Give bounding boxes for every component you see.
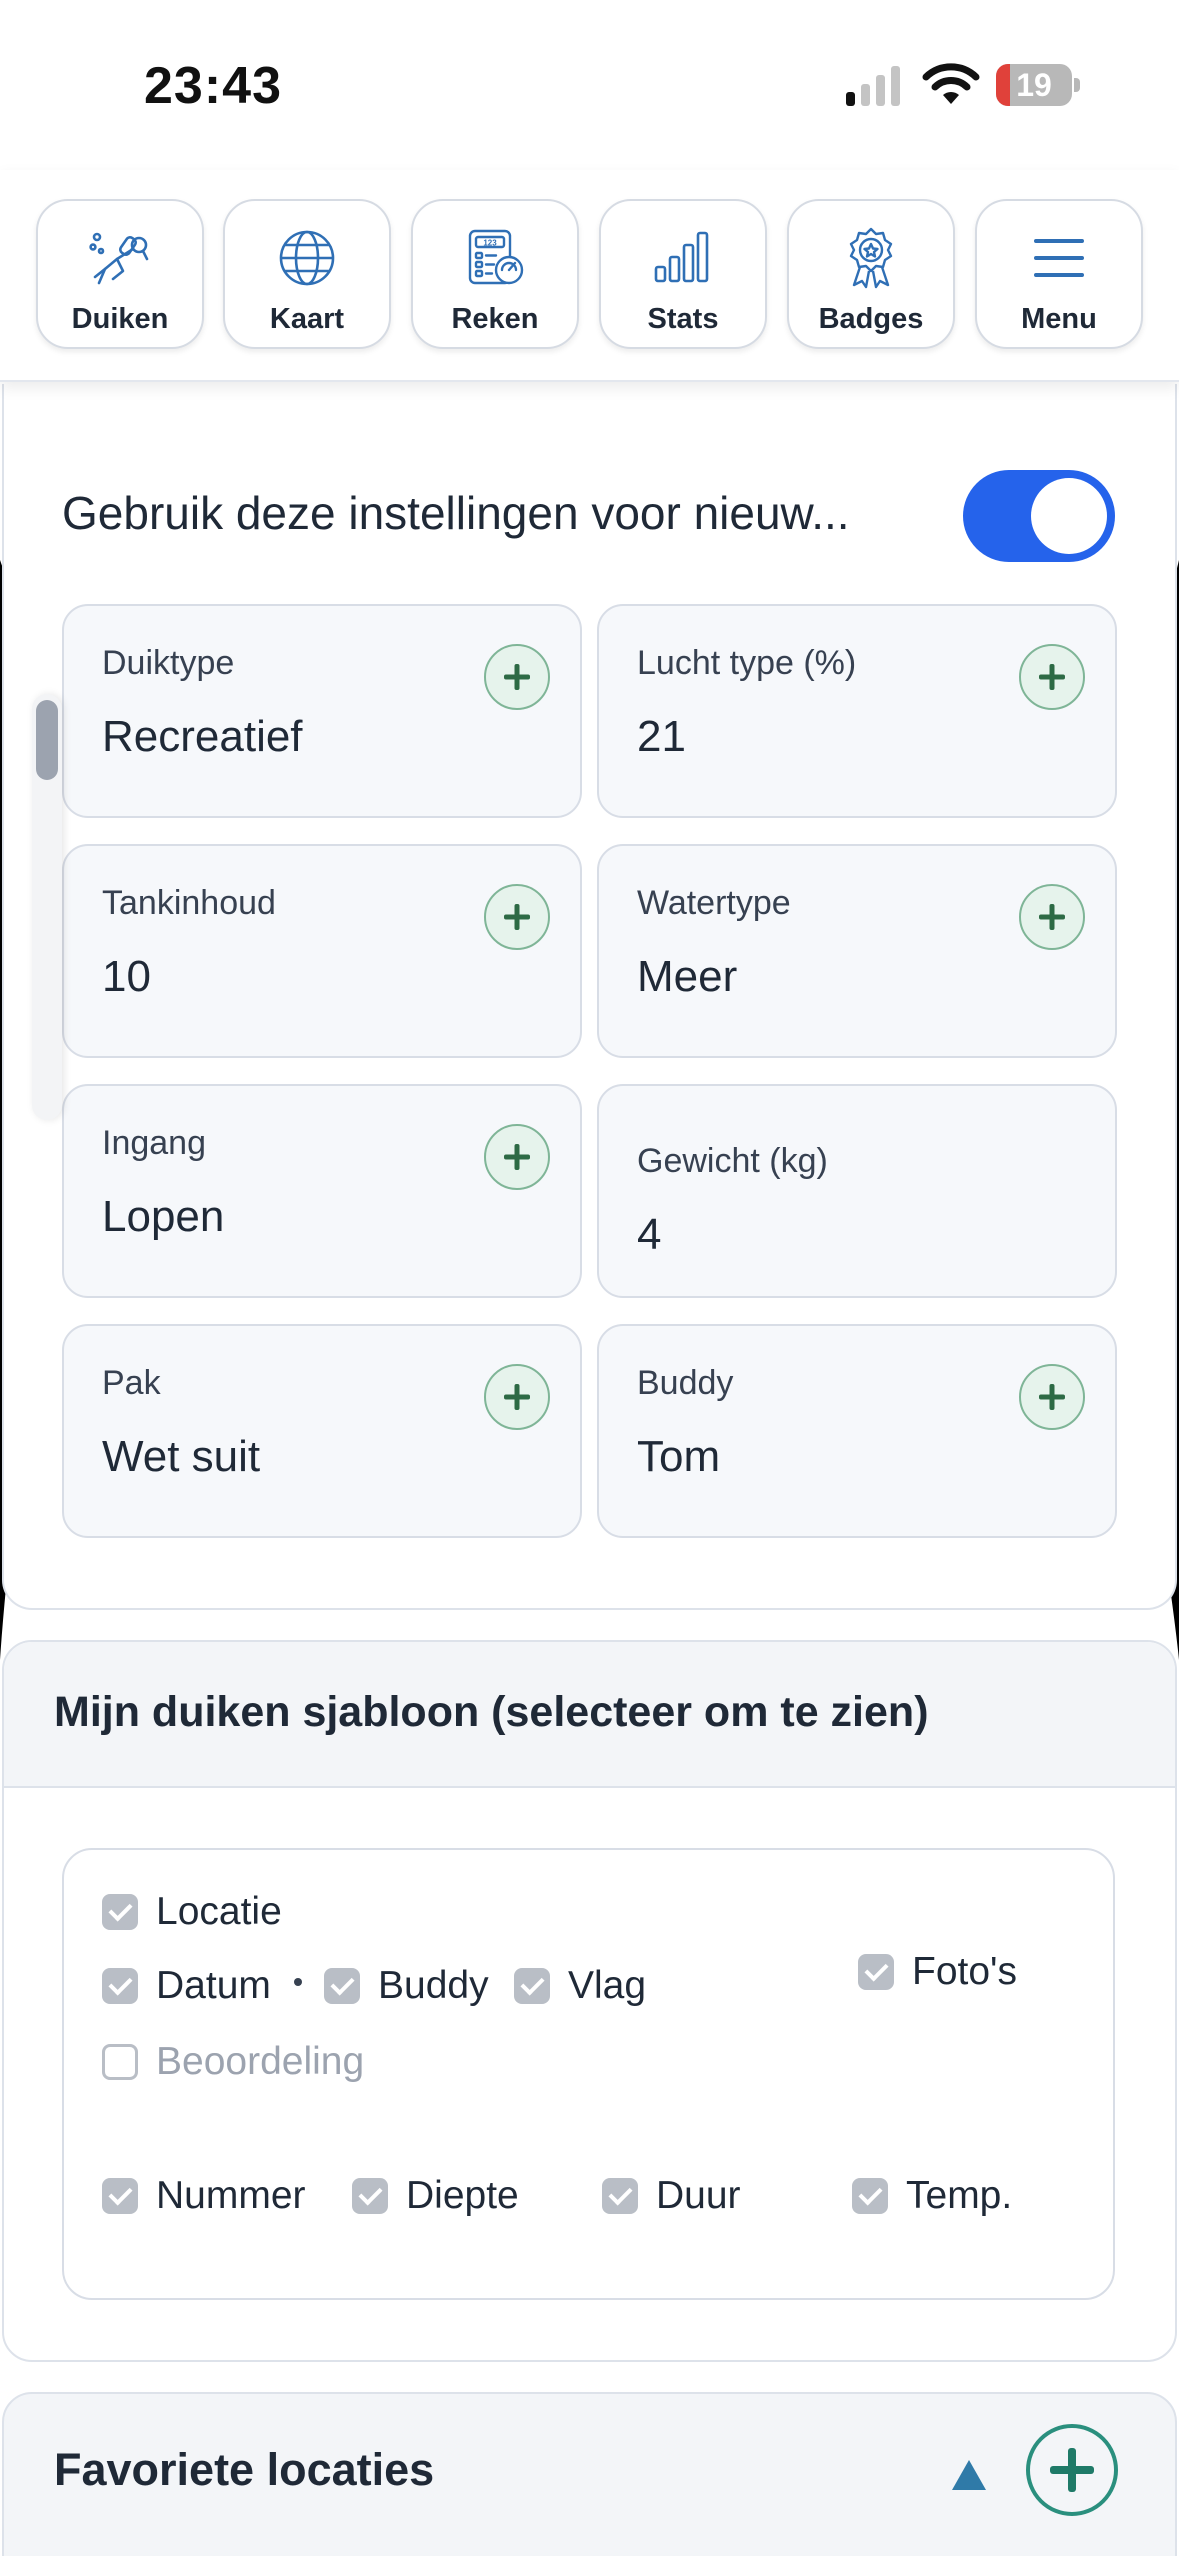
- add-pak-icon[interactable]: [484, 1364, 550, 1430]
- nav-label-badges: Badges: [818, 303, 924, 335]
- checkbox-icon: [352, 2178, 388, 2214]
- field-value: Recreatief: [102, 712, 303, 761]
- hamburger-menu-icon: [1034, 239, 1084, 277]
- checkbox-buddy[interactable]: Buddy: [324, 1964, 489, 2008]
- template-card-header[interactable]: Mijn duiken sjabloon (selecteer om te zi…: [4, 1642, 1175, 1788]
- scrollbar[interactable]: [32, 694, 62, 1120]
- checkbox-icon: [852, 2178, 888, 2214]
- nav-button-badges[interactable]: Badges: [787, 199, 955, 349]
- checkbox-icon: [102, 2178, 138, 2214]
- field-value: 4: [637, 1210, 662, 1259]
- checkbox-vlag[interactable]: Vlag: [514, 1964, 646, 2008]
- use-settings-toggle[interactable]: [963, 470, 1115, 562]
- field-label: Duiktype: [102, 644, 235, 682]
- diver-icon: [89, 232, 149, 285]
- calculator-icon: 123: [468, 229, 524, 285]
- nav-label-duiken: Duiken: [71, 303, 169, 335]
- separator-dot: [294, 1978, 302, 1986]
- field-label: Buddy: [637, 1364, 734, 1402]
- field-label: Watertype: [637, 884, 791, 922]
- field-lucht-type[interactable]: Lucht type (%) 21: [597, 604, 1117, 818]
- scrollbar-thumb[interactable]: [36, 700, 58, 780]
- wifi-icon: [922, 63, 980, 104]
- badge-icon: [849, 227, 893, 289]
- nav-button-kaart[interactable]: Kaart: [223, 199, 391, 349]
- checkbox-icon: [102, 1894, 138, 1930]
- svg-text:123: 123: [483, 239, 497, 248]
- checkbox-beoordeling[interactable]: Beoordeling: [102, 2040, 364, 2084]
- checkbox-icon: [102, 2044, 138, 2080]
- field-label: Pak: [102, 1364, 161, 1402]
- checkbox-locatie[interactable]: Locatie: [102, 1890, 282, 1934]
- add-buddy-icon[interactable]: [1019, 1364, 1085, 1430]
- toggle-knob: [1031, 478, 1107, 554]
- checkbox-icon: [602, 2178, 638, 2214]
- battery-level: 19: [1016, 67, 1052, 103]
- favorites-card[interactable]: Favoriete locaties: [2, 2392, 1177, 2556]
- nav-button-stats[interactable]: Stats: [599, 199, 767, 349]
- checkbox-label: Foto's: [912, 1950, 1017, 1993]
- checkbox-label: Diepte: [406, 2174, 519, 2217]
- checkbox-label: Nummer: [156, 2174, 306, 2217]
- checkbox-icon: [858, 1954, 894, 1990]
- favorites-title: Favoriete locaties: [54, 2444, 435, 2495]
- field-label: Ingang: [102, 1124, 206, 1162]
- status-time: 23:43: [144, 57, 282, 115]
- field-value: 21: [637, 712, 686, 761]
- nav-label-reken: Reken: [451, 303, 539, 335]
- use-settings-label: Gebruik deze instellingen voor nieuw...: [62, 487, 850, 539]
- checkbox-icon: [514, 1968, 550, 2004]
- field-duiktype[interactable]: Duiktype Recreatief: [62, 604, 582, 818]
- collapse-caret-icon[interactable]: [952, 2460, 986, 2490]
- field-tankinhoud[interactable]: Tankinhoud 10: [62, 844, 582, 1058]
- checkbox-fotos[interactable]: Foto's: [858, 1950, 1017, 1994]
- add-tankinhoud-icon[interactable]: [484, 884, 550, 950]
- checkbox-label: Datum: [156, 1964, 271, 2007]
- field-ingang[interactable]: Ingang Lopen: [62, 1084, 582, 1298]
- field-gewicht[interactable]: Gewicht (kg) 4: [597, 1084, 1117, 1298]
- checkbox-nummer[interactable]: Nummer: [102, 2174, 306, 2218]
- field-label: Gewicht (kg): [637, 1142, 828, 1180]
- field-pak[interactable]: Pak Wet suit: [62, 1324, 582, 1538]
- checkbox-label: Vlag: [568, 1964, 647, 2007]
- nav-label-kaart: Kaart: [269, 303, 345, 335]
- checkbox-label: Temp.: [906, 2174, 1013, 2217]
- checkbox-duur[interactable]: Duur: [602, 2174, 741, 2218]
- checkbox-temp[interactable]: Temp.: [852, 2174, 1012, 2218]
- field-buddy[interactable]: Buddy Tom: [597, 1324, 1117, 1538]
- field-value: 10: [102, 952, 151, 1001]
- field-watertype[interactable]: Watertype Meer: [597, 844, 1117, 1058]
- checkbox-label: Duur: [656, 2174, 741, 2217]
- field-value: Tom: [637, 1432, 721, 1481]
- checkbox-icon: [102, 1968, 138, 2004]
- field-value: Wet suit: [102, 1432, 261, 1481]
- bar-chart-icon: [654, 231, 709, 283]
- checkbox-icon: [324, 1968, 360, 2004]
- nav-label-menu: Menu: [1021, 303, 1097, 335]
- top-navigation: Duiken Kaart 123 Reken Stats Badges Menu: [0, 170, 1179, 382]
- checkbox-diepte[interactable]: Diepte: [352, 2174, 519, 2218]
- template-card-title: Mijn duiken sjabloon (selecteer om te zi…: [54, 1688, 929, 1736]
- checkbox-label: Locatie: [156, 1890, 282, 1933]
- add-lucht-type-icon[interactable]: [1019, 644, 1085, 710]
- add-watertype-icon[interactable]: [1019, 884, 1085, 950]
- checkbox-label: Buddy: [378, 1964, 489, 2007]
- field-label: Tankinhoud: [102, 884, 276, 922]
- nav-label-stats: Stats: [647, 303, 719, 335]
- globe-icon: [279, 230, 335, 286]
- cellular-signal-icon: [846, 66, 900, 106]
- add-duiktype-icon[interactable]: [484, 644, 550, 710]
- add-favorite-location-icon[interactable]: [1026, 2424, 1118, 2516]
- battery-icon: 19: [996, 64, 1080, 106]
- nav-button-menu[interactable]: Menu: [975, 199, 1143, 349]
- nav-button-reken[interactable]: 123 Reken: [411, 199, 579, 349]
- field-value: Lopen: [102, 1192, 225, 1241]
- nav-button-duiken[interactable]: Duiken: [36, 199, 204, 349]
- field-label: Lucht type (%): [637, 644, 857, 682]
- add-ingang-icon[interactable]: [484, 1124, 550, 1190]
- field-value: Meer: [637, 952, 738, 1001]
- checkbox-datum[interactable]: Datum: [102, 1964, 271, 2008]
- checkbox-label: Beoordeling: [156, 2040, 365, 2083]
- status-bar: 23:43 19: [0, 0, 1179, 170]
